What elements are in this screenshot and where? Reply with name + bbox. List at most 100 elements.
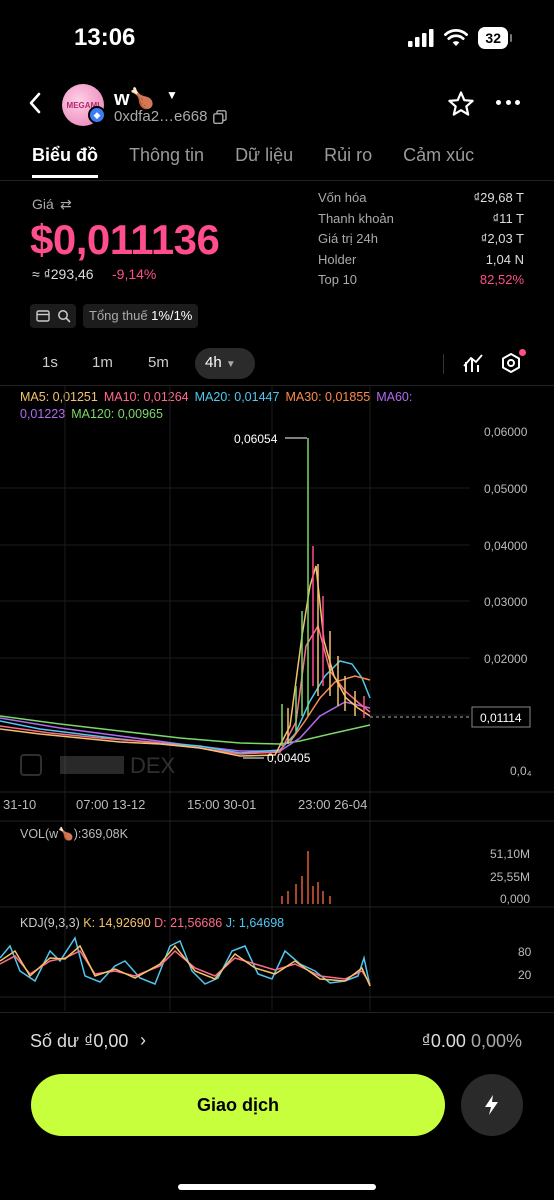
low-price-label: 0,00405: [267, 751, 311, 765]
ma120-line: [0, 715, 371, 745]
stat-label: Giá trị 24h: [318, 231, 378, 246]
lightning-icon: [485, 1095, 498, 1115]
ethereum-chain-icon: ◆: [88, 106, 106, 124]
current-price: $0,011136: [30, 216, 220, 263]
stat-value: 1,04 N: [485, 251, 524, 267]
copy-icon[interactable]: [213, 110, 227, 124]
stat-label: Thanh khoản: [318, 210, 394, 226]
tab-sentiment[interactable]: Cảm xúc: [403, 145, 474, 178]
tab-info[interactable]: Thông tin: [129, 145, 204, 178]
kdj-j-value: J: 1,64698: [225, 916, 285, 930]
stat-value: ₫2,03 T: [480, 231, 524, 246]
stat-row-liquidity: Thanh khoản ₫11 T: [318, 211, 524, 232]
y-tick: 0,05000: [484, 482, 528, 496]
okx-dex-watermark: DEX: [20, 753, 176, 778]
tab-bar: Biểu đồ Thông tin Dữ liệu Rủi ro Cảm xúc: [32, 145, 505, 178]
kdj-j-line: [0, 936, 371, 987]
indicator-chart-icon[interactable]: [462, 352, 484, 374]
stat-label: Holder: [318, 251, 357, 267]
interval-selector: 1s 1m 5m 4h ▼: [0, 348, 554, 380]
more-options-icon[interactable]: [496, 100, 520, 106]
stat-row-top10: Top 10 82,52%: [318, 272, 524, 293]
home-indicator: [178, 1184, 376, 1190]
volume-legend: VOL(w🍗):369,08K: [20, 827, 128, 841]
stat-row-market-cap: Vốn hóa ₫29,68 T: [318, 190, 524, 211]
balance-divider: [0, 1012, 554, 1013]
price-change-percent: -9,14%: [112, 266, 157, 282]
token-header: MEGAMI ◆ w🍗 ▼ 0xdfa2…e668: [0, 80, 554, 132]
current-price-tag: 0,01114: [480, 711, 522, 725]
candles: [281, 438, 365, 746]
local-currency-price: ≈ ₫293,46: [32, 266, 94, 282]
tab-risk[interactable]: Rủi ro: [324, 145, 372, 178]
quick-trade-button[interactable]: [461, 1074, 523, 1136]
kdj-tick: 80: [518, 945, 532, 959]
status-time: 13:06: [74, 24, 136, 51]
tax-value: 1%/1%: [151, 308, 193, 323]
kdj-k-value: K: 14,92690: [83, 916, 151, 930]
stat-label: Vốn hóa: [318, 190, 367, 205]
interval-5m[interactable]: 5m: [148, 354, 169, 371]
y-tick: 0,02000: [484, 652, 528, 666]
x-tick: 31-10: [3, 797, 36, 812]
volume-tick: 51,10M: [490, 847, 530, 861]
tabs-divider: [0, 180, 554, 181]
high-price-label: 0,06054: [234, 432, 278, 446]
notification-dot: [519, 349, 526, 356]
wifi-icon: [444, 29, 469, 46]
balance-amount: ₫0.00: [421, 1031, 466, 1051]
interval-4h-label: 4h: [205, 354, 222, 371]
tax-label: Tổng thuế: [89, 308, 148, 323]
status-bar: 13:06 32: [0, 0, 554, 76]
status-icons: 32: [408, 27, 512, 49]
kdj-prefix: KDJ(9,3,3): [20, 916, 80, 930]
balance-percent: 0,00%: [470, 1031, 522, 1051]
dropdown-triangle-icon[interactable]: ▼: [166, 88, 178, 102]
cellular-signal-icon: [408, 29, 434, 47]
volume-tick: 25,55M: [490, 870, 530, 884]
tab-data[interactable]: Dữ liệu: [235, 145, 293, 178]
volume-bars: [281, 851, 331, 904]
trade-button[interactable]: Giao dịch: [31, 1074, 445, 1136]
tab-chart[interactable]: Biểu đồ: [32, 145, 98, 178]
interval-1s[interactable]: 1s: [42, 354, 58, 371]
favorite-star-icon[interactable]: [447, 90, 475, 118]
volume-tick: 0,000: [500, 892, 530, 906]
chevron-left-icon: [29, 92, 41, 114]
y-tick: 0,06000: [484, 425, 528, 439]
y-tick: 0,03000: [484, 595, 528, 609]
swap-arrows-icon[interactable]: ⇄: [60, 196, 72, 213]
x-tick: 15:00 30-01: [187, 797, 256, 812]
stat-value: ₫29,68 T: [473, 190, 524, 205]
kdj-legend: KDJ(9,3,3) K: 14,92690 D: 21,56686 J: 1,…: [20, 916, 284, 930]
price-label: Giá: [32, 196, 54, 212]
battery-indicator: 32: [478, 27, 512, 49]
calendar-icon[interactable]: [36, 309, 50, 323]
balance-label[interactable]: Số dư ₫0,00: [30, 1031, 128, 1052]
token-address: 0xdfa2…e668: [114, 108, 208, 125]
token-stats: Vốn hóa ₫29,68 T Thanh khoản ₫11 T Giá trị…: [318, 190, 524, 293]
x-tick: 07:00 13-12: [76, 797, 145, 812]
y-tick: 0,0₄: [510, 764, 532, 778]
total-tax-badge: Tổng thuế 1%/1%: [83, 304, 199, 328]
ma60-line: [0, 701, 371, 752]
interval-4h[interactable]: 4h ▼: [195, 348, 255, 379]
stat-value: 82,52%: [479, 272, 524, 287]
x-tick: 23:00 26-04: [298, 797, 367, 812]
chevron-right-icon[interactable]: ›: [140, 1030, 146, 1051]
watermark-text: DEX: [130, 753, 176, 778]
chart-tools[interactable]: [30, 304, 76, 328]
kdj-d-value: D: 21,56686: [154, 916, 223, 930]
chevron-down-icon: ▼: [225, 359, 236, 370]
search-icon[interactable]: [57, 309, 71, 323]
interval-1m[interactable]: 1m: [92, 354, 113, 371]
stat-row-volume-24h: Giá trị 24h ₫2,03 T: [318, 231, 524, 252]
back-button[interactable]: [28, 92, 42, 118]
stat-value: ₫11 T: [492, 210, 524, 226]
balance-value: ₫0.00 0,00%: [422, 1031, 522, 1052]
interval-divider: [443, 354, 444, 374]
kdj-tick: 20: [518, 968, 532, 982]
stat-row-holders: Holder 1,04 N: [318, 252, 524, 273]
settings-icon[interactable]: [500, 352, 522, 374]
stat-label: Top 10: [318, 272, 358, 287]
